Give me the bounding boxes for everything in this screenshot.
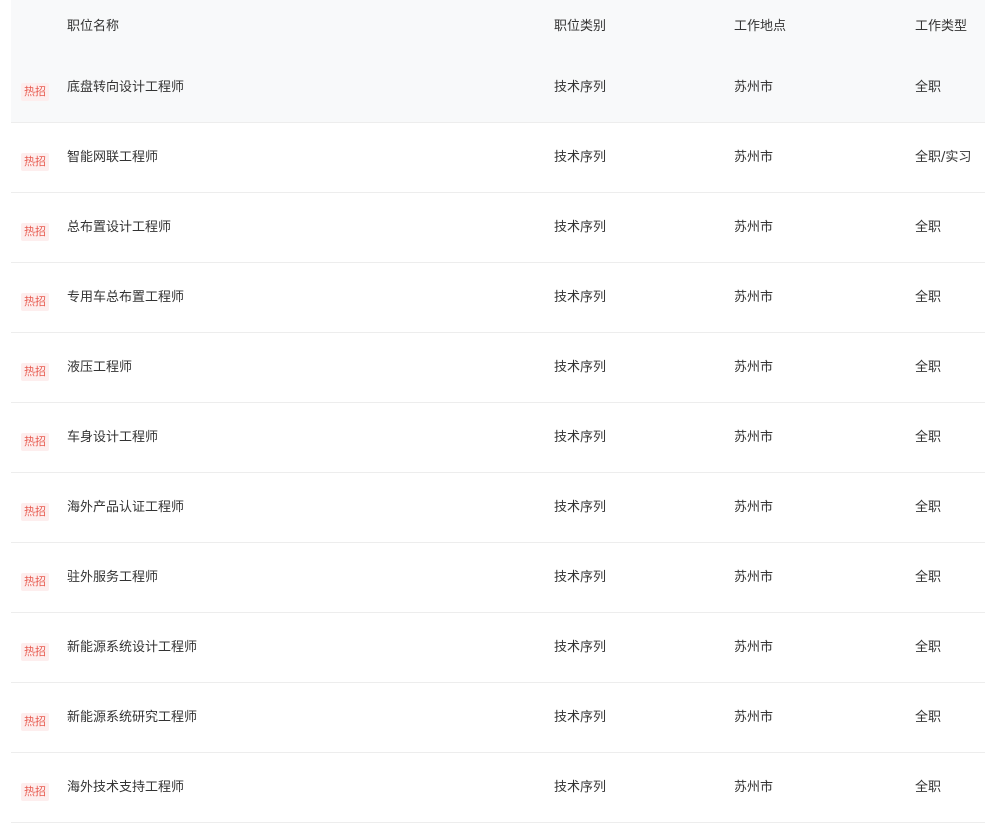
work-type: 全职 [915,500,942,515]
table-row[interactable]: 热招 驻外服务工程师 技术序列 苏州市 全职 [11,543,985,613]
table-row[interactable]: 热招 新能源系统设计工程师 技术序列 苏州市 全职 [11,613,985,683]
table-row[interactable]: 热招 车身设计工程师 技术序列 苏州市 全职 [11,403,985,473]
job-name[interactable]: 海外产品认证工程师 [67,473,184,543]
header-work-type: 工作类型 [915,19,968,34]
job-list-table: 职位名称 职位类别 工作地点 工作类型 热招 底盘转向设计工程师 技术序列 苏州… [11,0,985,823]
job-name[interactable]: 总布置设计工程师 [67,193,171,263]
job-category: 技术序列 [554,570,607,585]
job-name[interactable]: 车身设计工程师 [67,403,158,473]
table-row[interactable]: 热招 海外技术支持工程师 技术序列 苏州市 全职 [11,753,985,823]
hot-badge: 热招 [21,293,49,311]
hot-badge: 热招 [21,573,49,591]
header-job-category: 职位类别 [554,19,607,34]
work-type: 全职 [915,570,942,585]
job-name[interactable]: 智能网联工程师 [67,123,158,193]
job-category: 技术序列 [554,360,607,375]
hot-badge: 热招 [21,713,49,731]
job-name[interactable]: 驻外服务工程师 [67,543,158,613]
hot-badge: 热招 [21,363,49,381]
work-type: 全职 [915,640,942,655]
work-type: 全职 [915,290,942,305]
job-category: 技术序列 [554,220,607,235]
work-location: 苏州市 [734,220,774,235]
hot-badge: 热招 [21,783,49,801]
work-location: 苏州市 [734,290,774,305]
table-row[interactable]: 热招 总布置设计工程师 技术序列 苏州市 全职 [11,193,985,263]
work-type: 全职 [915,220,942,235]
work-location: 苏州市 [734,500,774,515]
job-name[interactable]: 新能源系统研究工程师 [67,683,197,753]
job-category: 技术序列 [554,710,607,725]
hot-badge: 热招 [21,433,49,451]
table-row[interactable]: 热招 新能源系统研究工程师 技术序列 苏州市 全职 [11,683,985,753]
work-location: 苏州市 [734,360,774,375]
work-type: 全职 [915,80,942,95]
work-type: 全职 [915,780,942,795]
hot-badge: 热招 [21,223,49,241]
job-category: 技术序列 [554,640,607,655]
work-location: 苏州市 [734,80,774,95]
table-row[interactable]: 热招 海外产品认证工程师 技术序列 苏州市 全职 [11,473,985,543]
table-row[interactable]: 热招 智能网联工程师 技术序列 苏州市 全职/实习 [11,123,985,193]
job-name[interactable]: 专用车总布置工程师 [67,263,184,333]
job-category: 技术序列 [554,430,607,445]
work-type: 全职 [915,710,942,725]
work-location: 苏州市 [734,780,774,795]
table-header: 职位名称 职位类别 工作地点 工作类型 [11,0,985,53]
work-location: 苏州市 [734,570,774,585]
header-job-name: 职位名称 [67,19,120,34]
job-category: 技术序列 [554,780,607,795]
job-category: 技术序列 [554,150,607,165]
work-location: 苏州市 [734,710,774,725]
job-name[interactable]: 液压工程师 [67,333,132,403]
hot-badge: 热招 [21,503,49,521]
job-name[interactable]: 底盘转向设计工程师 [67,53,184,123]
work-type: 全职 [915,430,942,445]
hot-badge: 热招 [21,83,49,101]
hot-badge: 热招 [21,153,49,171]
job-category: 技术序列 [554,80,607,95]
table-row[interactable]: 热招 液压工程师 技术序列 苏州市 全职 [11,333,985,403]
job-category: 技术序列 [554,500,607,515]
work-location: 苏州市 [734,640,774,655]
header-work-location: 工作地点 [734,19,787,34]
table-row[interactable]: 热招 专用车总布置工程师 技术序列 苏州市 全职 [11,263,985,333]
job-name[interactable]: 海外技术支持工程师 [67,753,184,823]
hot-badge: 热招 [21,643,49,661]
work-type: 全职 [915,360,942,375]
work-type: 全职/实习 [915,150,972,165]
job-category: 技术序列 [554,290,607,305]
work-location: 苏州市 [734,430,774,445]
work-location: 苏州市 [734,150,774,165]
job-name[interactable]: 新能源系统设计工程师 [67,613,197,683]
table-row[interactable]: 热招 底盘转向设计工程师 技术序列 苏州市 全职 [11,53,985,123]
